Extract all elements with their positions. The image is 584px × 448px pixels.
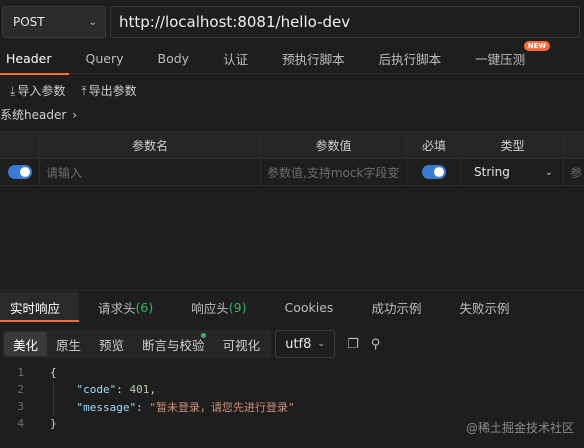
line-number: 1 (17, 366, 24, 379)
required-toggle[interactable] (422, 165, 446, 179)
format-raw[interactable]: 原生 (47, 332, 90, 356)
code-line: 2 "code": 401, (0, 381, 584, 398)
enable-toggle[interactable] (7, 165, 32, 179)
tab-response-headers[interactable]: 响应头 (9) (172, 292, 265, 322)
chevron-down-icon: ⌄ (88, 16, 97, 28)
url-bar: POST ⌄ http://localhost:8081/hello-dev (0, 0, 584, 44)
table-row: 请输入 参数值,支持mock字段变 String ⌄ 参 (0, 159, 584, 186)
code-line: 3 "message": "暂未登录，请您先进行登录" (0, 398, 584, 415)
tab-post-script[interactable]: 后执行脚本 (362, 44, 459, 74)
tab-cookies[interactable]: Cookies (265, 292, 352, 322)
download-icon: ⤓ (10, 84, 16, 98)
tab-auth[interactable]: 认证 (206, 44, 265, 74)
status-dot (200, 333, 206, 338)
tab-body[interactable]: Body (141, 44, 207, 74)
tab-header[interactable]: Header (0, 44, 69, 75)
type-select[interactable]: String ⌄ (462, 159, 564, 185)
encoding-select[interactable]: utf8 ⌄ (275, 330, 336, 358)
tab-pre-script[interactable]: 预执行脚本 (265, 44, 362, 74)
table-header: 参数名 参数值 必填 类型 (0, 131, 584, 159)
param-actions: ⤓ 导入参数 ⤒ 导出参数 (10, 82, 137, 99)
response-tabs: 实时响应 请求头 (6) 响应头 (9) Cookies 成功示例 失败示例 (0, 292, 584, 322)
param-table: 参数名 参数值 必填 类型 请输入 参数值,支持mock字段变 String ⌄… (0, 131, 584, 186)
system-header-toggle[interactable]: 系统header › (0, 106, 77, 123)
import-params-button[interactable]: ⤓ 导入参数 (10, 82, 65, 99)
method-label: POST (13, 15, 45, 29)
upload-icon: ⤒ (81, 84, 87, 98)
divider (0, 290, 584, 291)
new-badge: NEW (523, 40, 551, 51)
chevron-down-icon: ⌄ (544, 166, 553, 178)
format-options: 美化 原生 预览 断言与校验 可视化 (2, 330, 272, 358)
line-number: 3 (17, 400, 24, 413)
request-tabs: Header Query Body 认证 预执行脚本 后执行脚本 一键压测 NE… (0, 40, 584, 75)
extra-cell[interactable]: 参 (564, 159, 584, 185)
column-required: 必填 (407, 132, 462, 158)
column-value: 参数值 (261, 132, 407, 158)
format-toolbar: 美化 原生 预览 断言与校验 可视化 utf8 ⌄ ❐ ⚲ (0, 330, 584, 358)
chevron-down-icon: ⌄ (317, 339, 325, 349)
param-value-input[interactable]: 参数值,支持mock字段变 (261, 159, 407, 185)
tab-request-headers[interactable]: 请求头 (6) (79, 292, 172, 322)
tab-query[interactable]: Query (69, 44, 141, 74)
watermark: @稀土掘金技术社区 (465, 421, 574, 435)
param-name-input[interactable]: 请输入 (40, 159, 261, 185)
tab-live-response[interactable]: 实时响应 (0, 292, 80, 322)
format-assertions[interactable]: 断言与校验 (133, 332, 214, 356)
tab-success-example[interactable]: 成功示例 (352, 292, 440, 322)
format-pretty[interactable]: 美化 (4, 332, 48, 356)
copy-icon[interactable]: ❐ (347, 337, 359, 352)
column-name: 参数名 (40, 132, 261, 158)
line-number: 4 (17, 417, 24, 430)
line-number: 2 (17, 383, 24, 396)
chevron-right-icon: › (72, 107, 78, 122)
export-params-button[interactable]: ⤒ 导出参数 (81, 82, 136, 99)
code-line: 1 { (0, 364, 584, 381)
indent-guide (53, 382, 54, 416)
tab-load-test[interactable]: 一键压测 NEW (458, 40, 551, 74)
column-type: 类型 (462, 132, 564, 158)
url-input[interactable]: http://localhost:8081/hello-dev (110, 6, 580, 38)
format-preview[interactable]: 预览 (90, 332, 133, 356)
method-select[interactable]: POST ⌄ (2, 6, 106, 38)
format-visualize[interactable]: 可视化 (214, 332, 270, 356)
tab-failure-example[interactable]: 失败示例 (440, 292, 528, 322)
search-icon[interactable]: ⚲ (371, 337, 381, 352)
